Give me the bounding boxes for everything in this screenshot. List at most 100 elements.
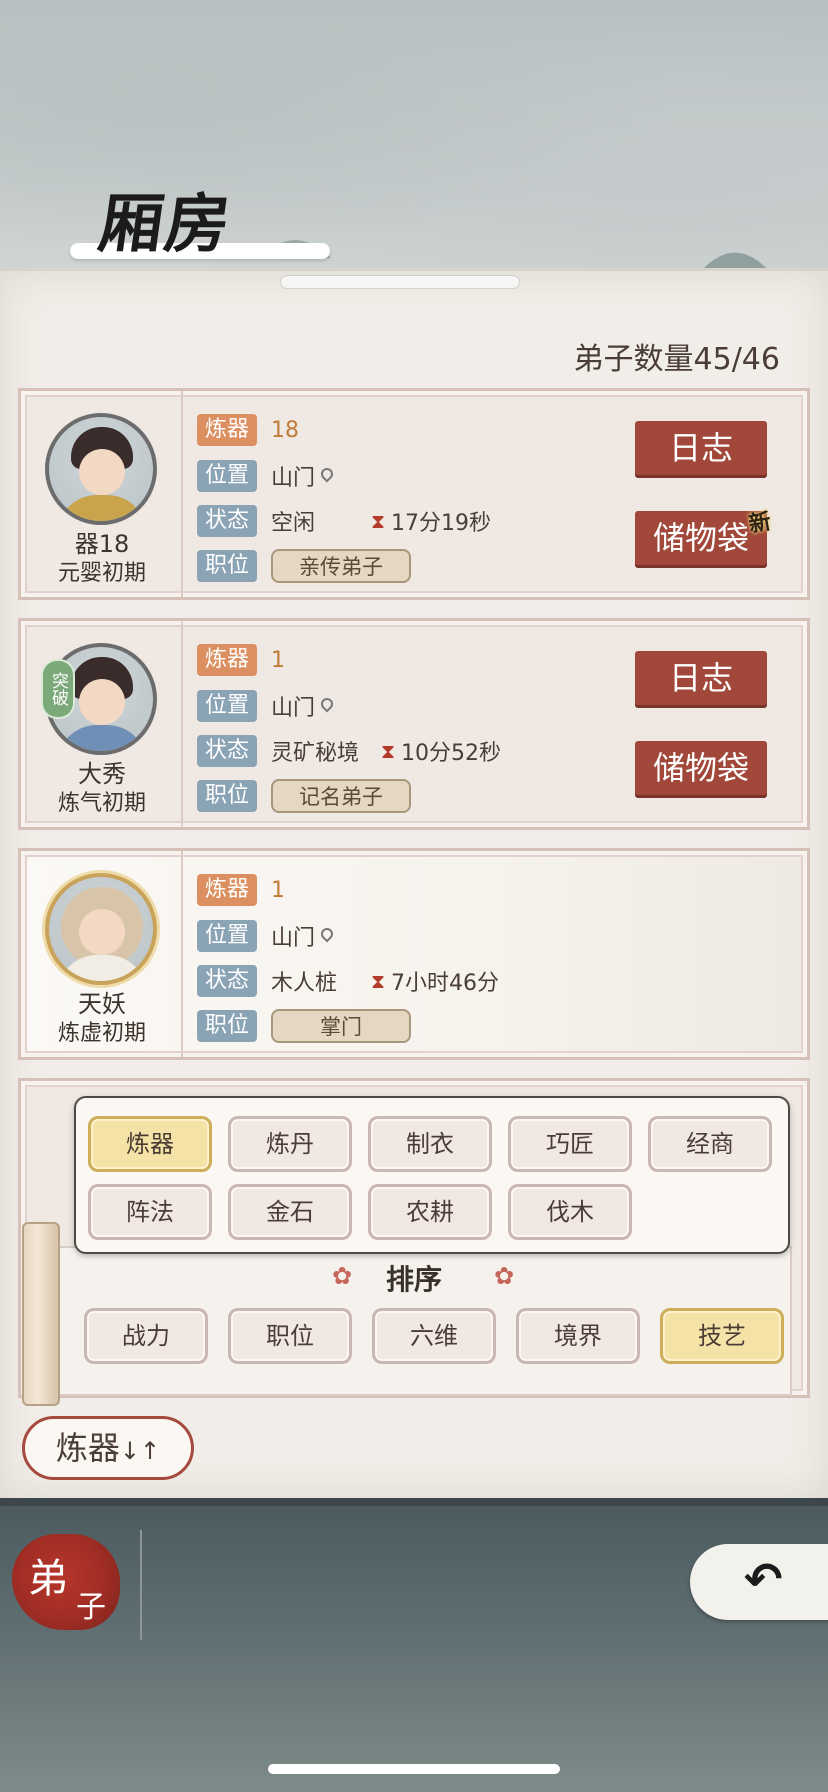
- breakthrough-badge: 突破: [43, 661, 73, 717]
- disciple-realm: 元婴初期: [57, 561, 146, 586]
- status-value: 灵矿秘境: [271, 741, 360, 766]
- position-button[interactable]: 亲传弟子: [271, 549, 411, 583]
- storage-button[interactable]: 储物袋: [635, 741, 767, 795]
- skill-level: 18: [271, 417, 299, 443]
- hourglass-icon: ⧗: [371, 969, 386, 993]
- position-tag: 职位: [197, 550, 257, 582]
- page-title: 厢房: [93, 187, 237, 262]
- sort-arrows-icon: ↓↑: [119, 1437, 161, 1465]
- status-value: 空闲: [271, 511, 316, 536]
- status-tag: 状态: [197, 965, 257, 997]
- disciple-realm: 炼虚初期: [57, 1021, 146, 1046]
- location-row: 位置 山门: [197, 459, 333, 493]
- status-value: 木人桩: [271, 971, 338, 996]
- avatar-robe: [57, 955, 147, 981]
- status-timer: 7小时46分: [391, 971, 500, 996]
- title-brush-stroke: [280, 275, 520, 289]
- home-indicator[interactable]: [268, 1764, 560, 1774]
- location-tag: 位置: [197, 690, 257, 722]
- disciple-card[interactable]: 天妖 炼虚初期 炼器 1 位置 山门 状态 木人桩 ⧗ 7小时46分 职位 掌门: [18, 848, 810, 1060]
- disciple-card[interactable]: 器18 元婴初期 炼器 18 位置 山门 状态 空闲 ⧗ 17分19秒 职位 亲…: [18, 388, 810, 600]
- skill-row: 炼器 1: [197, 643, 285, 677]
- scroll-ornament: [22, 1222, 60, 1406]
- disciple-tab[interactable]: 弟 子: [12, 1534, 120, 1630]
- skill-row: 炼器 1: [197, 873, 285, 907]
- position-tag: 职位: [197, 1010, 257, 1042]
- location-pin-icon: [321, 698, 333, 714]
- sort-title: 排序: [385, 1263, 442, 1296]
- filter-chip[interactable]: 炼丹: [228, 1116, 352, 1172]
- avatar-robe: [57, 725, 147, 751]
- location-value: 山门: [271, 466, 316, 491]
- position-row: 职位 掌门: [197, 1009, 411, 1043]
- position-row: 职位 记名弟子: [197, 779, 411, 813]
- page-header: 厢房: [60, 175, 520, 289]
- disciple-name: 器18: [74, 530, 130, 558]
- sort-option[interactable]: 战力: [84, 1308, 208, 1364]
- location-pin-icon: [321, 468, 333, 484]
- log-button[interactable]: 日志: [635, 421, 767, 475]
- filter-chip[interactable]: 农耕: [368, 1184, 492, 1240]
- storage-button-label: 储物袋: [652, 519, 749, 557]
- status-tag: 状态: [197, 505, 257, 537]
- skill-tag: 炼器: [197, 414, 257, 446]
- disciple-realm: 炼气初期: [57, 791, 146, 816]
- skill-level: 1: [271, 877, 285, 903]
- skill-tag: 炼器: [197, 874, 257, 906]
- avatar-column: 器18 元婴初期: [21, 391, 183, 597]
- avatar-column: 天妖 炼虚初期: [21, 851, 183, 1057]
- sort-option[interactable]: 职位: [228, 1308, 352, 1364]
- back-arrow-icon: ↶: [744, 1552, 783, 1606]
- disciple-count: 弟子数量45/46: [573, 342, 780, 377]
- position-row: 职位 亲传弟子: [197, 549, 411, 583]
- hourglass-icon: ⧗: [381, 739, 396, 763]
- skill-level: 1: [271, 647, 285, 673]
- flower-icon: ✿: [494, 1262, 515, 1290]
- location-tag: 位置: [197, 460, 257, 492]
- avatar[interactable]: [45, 873, 157, 985]
- sort-option[interactable]: 六维: [372, 1308, 496, 1364]
- status-timer: 17分19秒: [391, 511, 492, 536]
- disciple-tab-char: 子: [76, 1590, 106, 1625]
- disciple-card[interactable]: 突破 大秀 炼气初期 炼器 1 位置 山门 状态 灵矿秘境 ⧗ 10分52秒 职…: [18, 618, 810, 830]
- skill-filter-popup: 炼器 炼丹 制衣 巧匠 经商 阵法 金石 农耕 伐木: [74, 1096, 790, 1254]
- back-button[interactable]: ↶: [690, 1544, 828, 1620]
- skill-row: 炼器 18: [197, 413, 299, 447]
- avatar-face: [79, 679, 125, 725]
- bottom-divider: [0, 1498, 828, 1506]
- position-button[interactable]: 记名弟子: [271, 779, 411, 813]
- location-value: 山门: [271, 696, 316, 721]
- avatar-face: [79, 909, 125, 955]
- avatar-robe: [57, 495, 147, 521]
- filter-chip[interactable]: 金石: [228, 1184, 352, 1240]
- log-button[interactable]: 日志: [635, 651, 767, 705]
- position-button[interactable]: 掌门: [271, 1009, 411, 1043]
- filter-chip[interactable]: 巧匠: [508, 1116, 632, 1172]
- status-row: 状态 空闲 ⧗ 17分19秒: [197, 504, 491, 538]
- filter-chip[interactable]: 制衣: [368, 1116, 492, 1172]
- location-row: 位置 山门: [197, 919, 333, 953]
- storage-button[interactable]: 储物袋 新: [635, 509, 773, 565]
- location-row: 位置 山门: [197, 689, 333, 723]
- avatar-column: 突破 大秀 炼气初期: [21, 621, 183, 827]
- nav-divider: [140, 1530, 142, 1640]
- sort-option[interactable]: 境界: [516, 1308, 640, 1364]
- filter-chip[interactable]: 阵法: [88, 1184, 212, 1240]
- disciple-tab-char: 弟: [28, 1556, 68, 1602]
- status-tag: 状态: [197, 735, 257, 767]
- avatar[interactable]: [45, 413, 157, 525]
- filter-chip[interactable]: 炼器: [88, 1116, 212, 1172]
- sort-toggle-label: 炼器: [55, 1429, 120, 1467]
- sort-option[interactable]: 技艺: [660, 1308, 784, 1364]
- status-timer: 10分52秒: [401, 741, 502, 766]
- filter-chip[interactable]: 伐木: [508, 1184, 632, 1240]
- sort-toggle-button[interactable]: 炼器↓↑: [22, 1416, 194, 1480]
- filter-chip[interactable]: 经商: [648, 1116, 772, 1172]
- bottom-bar: [0, 1498, 828, 1792]
- status-row: 状态 灵矿秘境 ⧗ 10分52秒: [197, 734, 501, 768]
- location-tag: 位置: [197, 920, 257, 952]
- skill-tag: 炼器: [197, 644, 257, 676]
- status-row: 状态 木人桩 ⧗ 7小时46分: [197, 964, 499, 998]
- avatar-face: [79, 449, 125, 495]
- disciple-name: 大秀: [78, 760, 126, 788]
